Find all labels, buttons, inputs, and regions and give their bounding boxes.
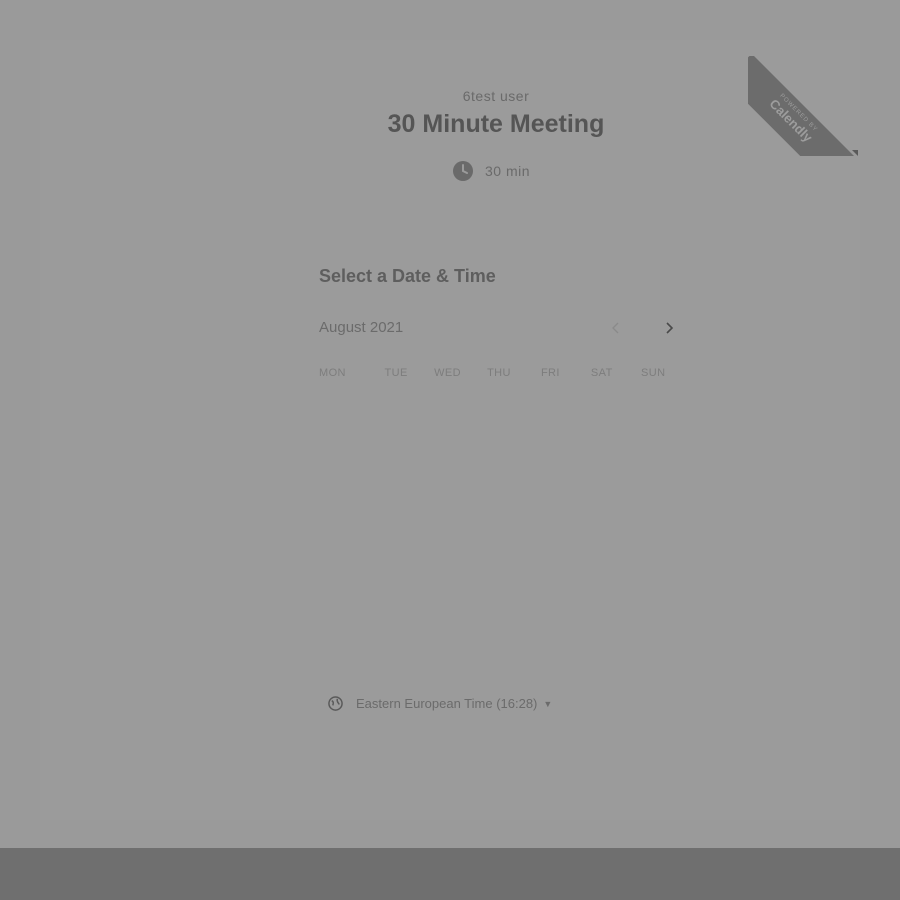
- weekday-sun: SUN: [641, 367, 666, 379]
- weekday-fri: FRI: [540, 367, 560, 379]
- weekday-header: MON TUE WED THU FRI SAT SUN: [319, 367, 679, 379]
- event-title: 30 Minute Meeting: [387, 110, 605, 138]
- section-title: Select a Date & Time: [319, 266, 496, 286]
- event-duration: 30 min: [452, 160, 530, 182]
- month-label: August 2021: [319, 319, 404, 336]
- caret-down-icon: ▼: [543, 698, 553, 709]
- weekday-wed: WED: [434, 367, 461, 379]
- weekday-mon: MON: [319, 367, 346, 379]
- timezone-label: Eastern European Time (16:28): [356, 696, 538, 711]
- duration-label: 30 min: [485, 163, 531, 179]
- weekday-sat: SAT: [590, 367, 613, 379]
- globe-icon: [328, 696, 343, 711]
- weekday-thu: THU: [487, 367, 511, 379]
- ribbon-band: POWERED BY Calendly: [748, 56, 858, 156]
- organizer-name: 6test user: [462, 88, 530, 104]
- chevron-right-icon[interactable]: [659, 318, 679, 338]
- bottom-bar: [0, 848, 900, 900]
- clock-icon: [453, 161, 473, 181]
- ribbon-fold: [852, 150, 858, 156]
- timezone-selector[interactable]: Eastern European Time (16:28) ▼: [328, 696, 552, 711]
- chevron-left-icon[interactable]: [606, 318, 626, 338]
- weekday-tue: TUE: [384, 367, 408, 379]
- powered-by-ribbon[interactable]: POWERED BY Calendly: [748, 56, 858, 156]
